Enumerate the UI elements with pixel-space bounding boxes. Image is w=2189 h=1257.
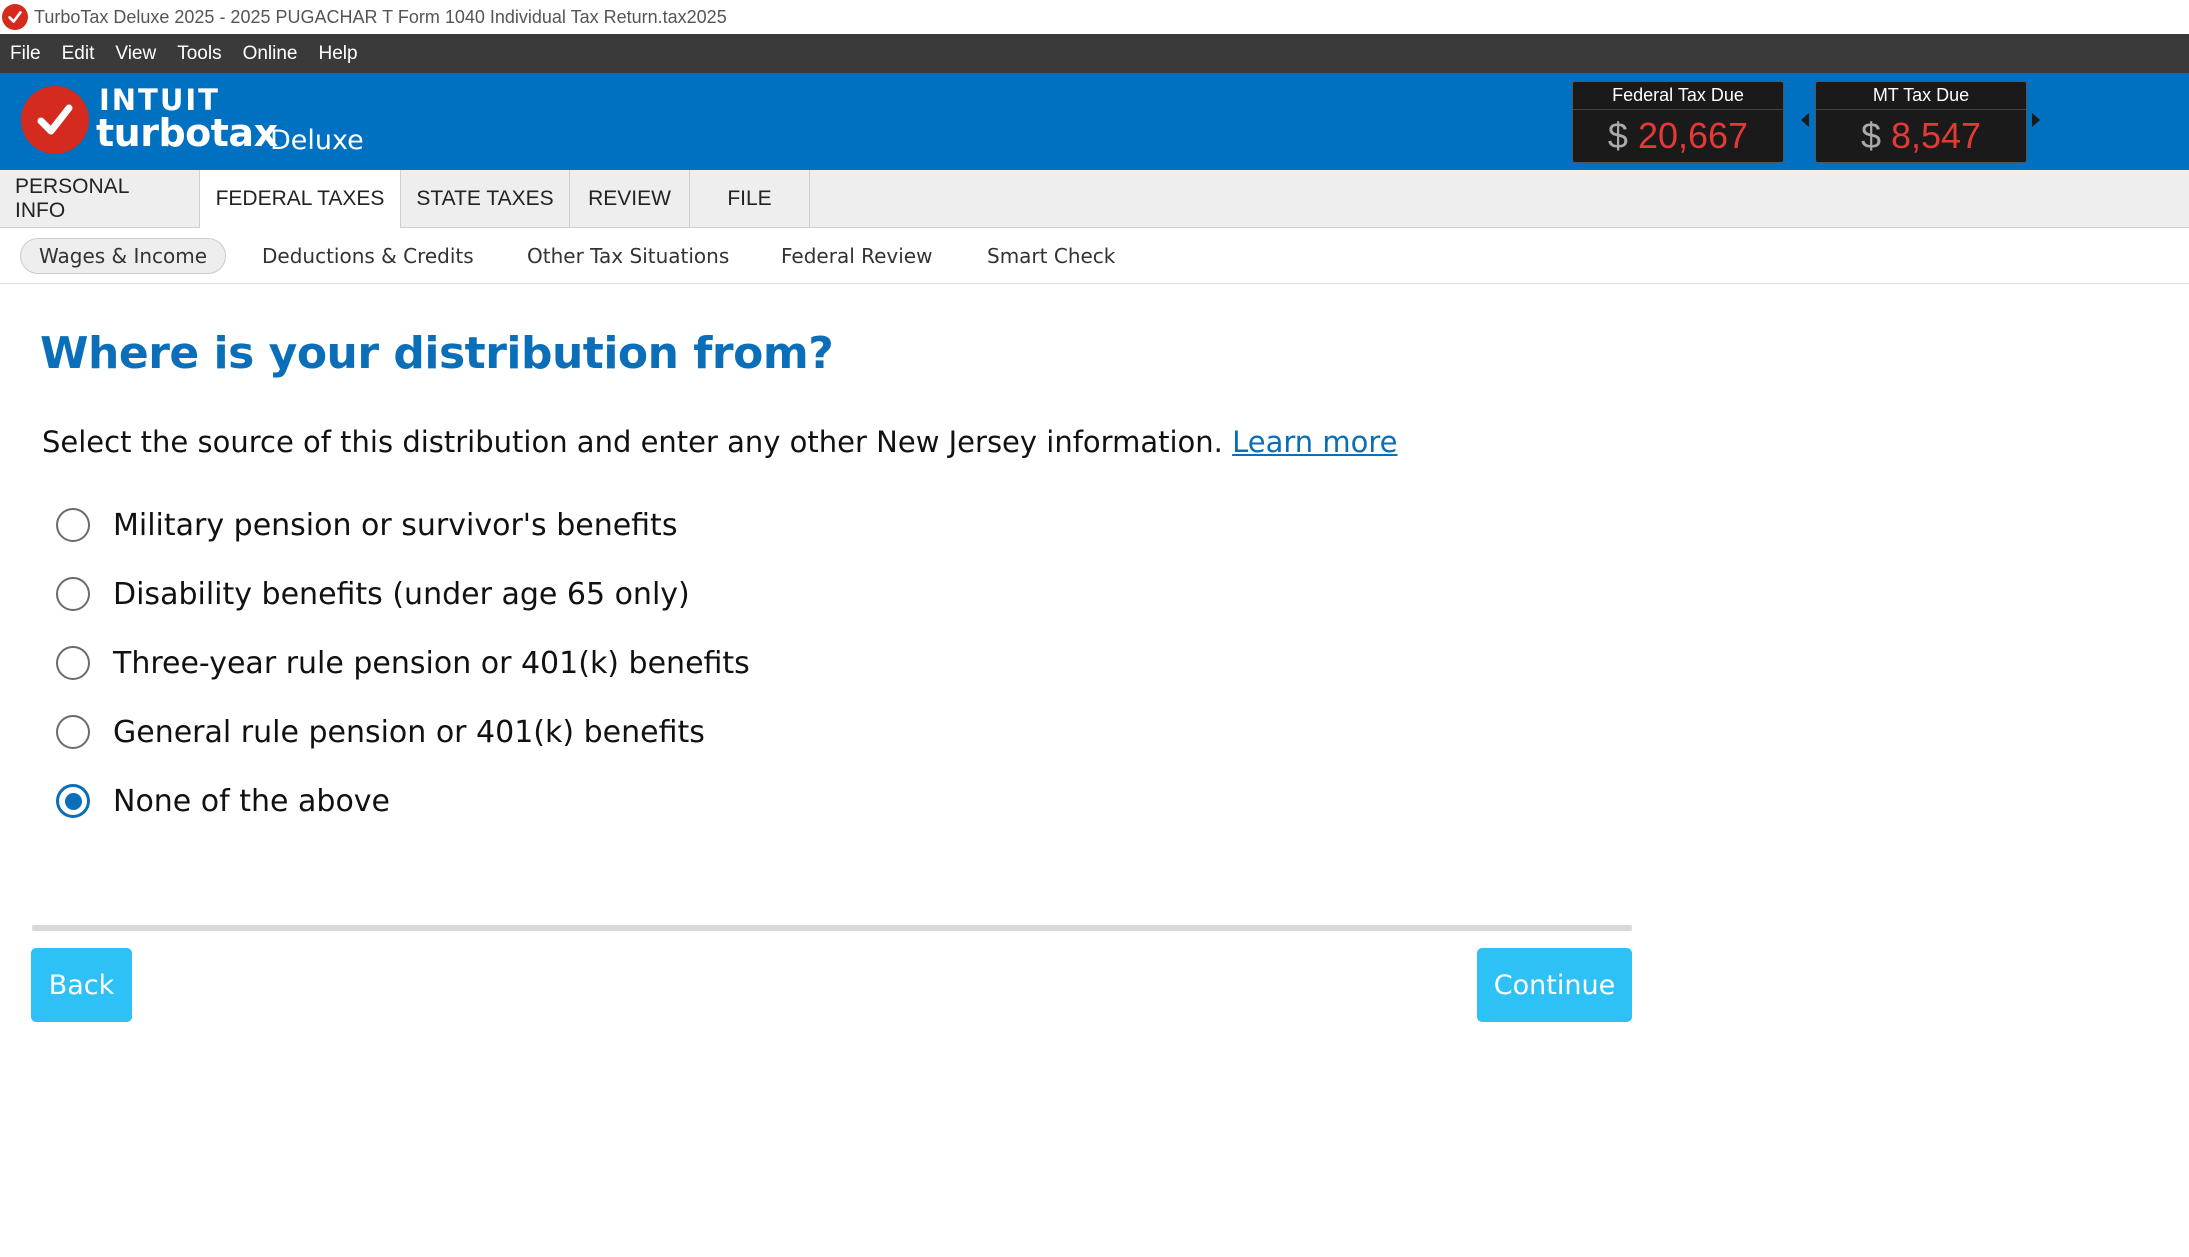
tab-personal-info[interactable]: PERSONAL INFO [0, 170, 200, 227]
tab-file[interactable]: FILE [690, 170, 810, 227]
radio-three-year-rule[interactable] [56, 646, 90, 680]
option-label: Three-year rule pension or 401(k) benefi… [113, 645, 750, 681]
state-tax-due-label: MT Tax Due [1816, 82, 2026, 110]
turbotax-logo-icon [21, 86, 89, 154]
brand-edition: Deluxe [270, 125, 364, 156]
option-three-year-rule[interactable]: Three-year rule pension or 401(k) benefi… [56, 641, 750, 685]
window-title: TurboTax Deluxe 2025 - 2025 PUGACHAR T F… [34, 6, 727, 27]
menu-edit[interactable]: Edit [62, 43, 95, 65]
content-divider [32, 925, 1632, 931]
option-military-pension[interactable]: Military pension or survivor's benefits [56, 503, 677, 547]
federal-tax-due-label: Federal Tax Due [1573, 82, 1783, 110]
radio-military-pension[interactable] [56, 508, 90, 542]
subtab-other-tax-situations[interactable]: Other Tax Situations [527, 238, 729, 274]
page-title: Where is your distribution from? [40, 328, 834, 379]
menu-bar: File Edit View Tools Online Help [0, 34, 2189, 73]
option-none-of-the-above[interactable]: None of the above [56, 779, 390, 823]
state-amount-value: 8,547 [1890, 115, 1982, 156]
radio-none-of-the-above[interactable] [56, 784, 90, 818]
subtab-deductions-credits[interactable]: Deductions & Credits [262, 238, 474, 274]
subtab-federal-review[interactable]: Federal Review [781, 238, 932, 274]
tab-federal-taxes[interactable]: FEDERAL TAXES [200, 170, 401, 228]
menu-file[interactable]: File [10, 43, 41, 65]
main-tabs: PERSONAL INFO FEDERAL TAXES STATE TAXES … [0, 170, 2189, 228]
option-label: None of the above [113, 783, 391, 819]
subtab-wages-income[interactable]: Wages & Income [20, 238, 227, 274]
menu-online[interactable]: Online [243, 43, 298, 65]
continue-button[interactable]: Continue [1477, 948, 1632, 1022]
option-label: Military pension or survivor's benefits [113, 507, 678, 543]
menu-view[interactable]: View [115, 43, 156, 65]
option-disability-benefits[interactable]: Disability benefits (under age 65 only) [56, 572, 690, 616]
menu-help[interactable]: Help [319, 43, 358, 65]
federal-currency: $ [1607, 115, 1628, 156]
federal-tax-due-amount: $ 20,667 [1573, 110, 1783, 162]
turbotax-check-icon [2, 4, 28, 30]
radio-general-rule[interactable] [56, 715, 90, 749]
tab-review[interactable]: REVIEW [570, 170, 690, 227]
menu-tools[interactable]: Tools [177, 43, 221, 65]
sub-tabs: Wages & Income Deductions & Credits Othe… [0, 228, 2189, 284]
window-titlebar: TurboTax Deluxe 2025 - 2025 PUGACHAR T F… [0, 0, 2189, 34]
federal-amount-value: 20,667 [1637, 115, 1749, 156]
brand-product: turbotax [96, 111, 278, 155]
brand-header: INTUIT turbotax Deluxe Federal Tax Due $… [0, 73, 2189, 170]
radio-disability-benefits[interactable] [56, 577, 90, 611]
instructions-text: Select the source of this distribution a… [42, 425, 1223, 459]
tax-box-right-arrow-icon[interactable] [2032, 113, 2040, 127]
back-button[interactable]: Back [31, 948, 132, 1022]
learn-more-link[interactable]: Learn more [1232, 425, 1397, 459]
option-general-rule[interactable]: General rule pension or 401(k) benefits [56, 710, 705, 754]
tax-box-left-arrow-icon[interactable] [1801, 113, 1809, 127]
radio-selected-dot [64, 792, 82, 810]
page-instructions: Select the source of this distribution a… [42, 425, 1397, 459]
option-label: General rule pension or 401(k) benefits [113, 714, 705, 750]
state-tax-due-box[interactable]: MT Tax Due $ 8,547 [1815, 81, 2027, 163]
federal-tax-due-box[interactable]: Federal Tax Due $ 20,667 [1572, 81, 1784, 163]
option-label: Disability benefits (under age 65 only) [113, 576, 690, 612]
state-tax-due-amount: $ 8,547 [1816, 110, 2026, 162]
subtab-smart-check[interactable]: Smart Check [987, 238, 1115, 274]
state-currency: $ [1860, 115, 1881, 156]
tab-state-taxes[interactable]: STATE TAXES [401, 170, 570, 227]
